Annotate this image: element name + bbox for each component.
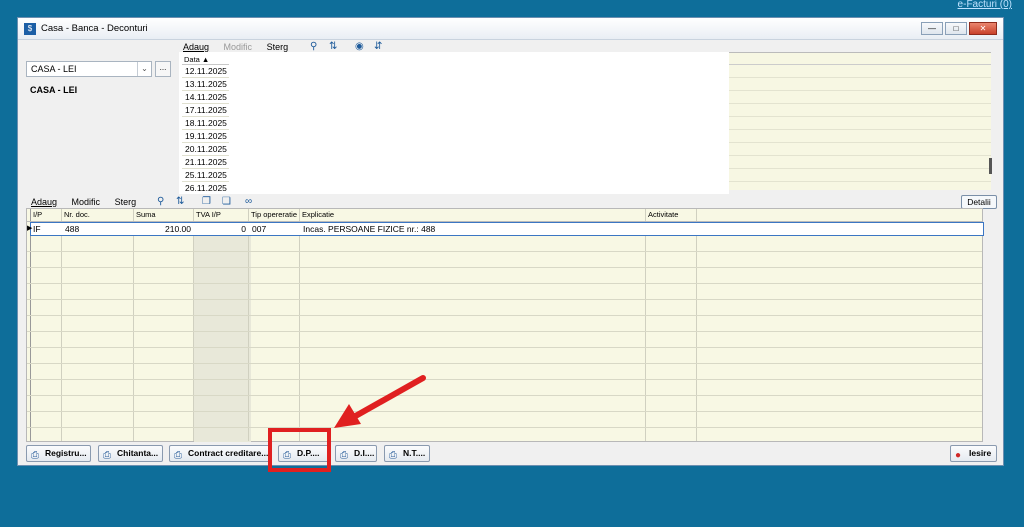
highlight-arrow xyxy=(334,375,426,428)
